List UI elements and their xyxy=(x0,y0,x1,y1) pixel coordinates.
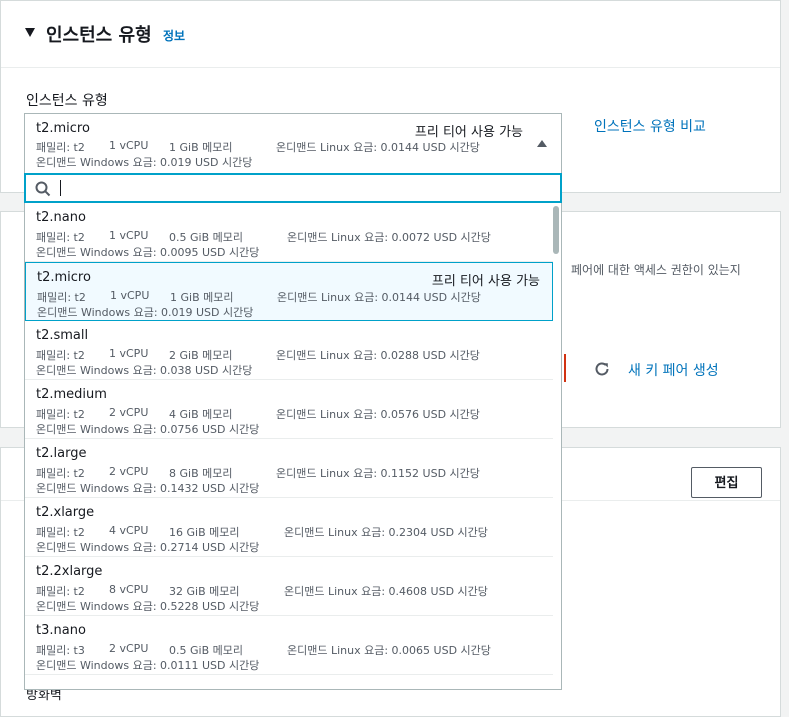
instance-type-header: 인스턴스 유형 정보 xyxy=(1,1,780,68)
free-tier-label: 프리 티어 사용 가능 xyxy=(414,125,523,140)
vcpu-text: 1 vCPU xyxy=(109,347,149,360)
instance-type-select[interactable]: t2.micro 프리 티어 사용 가능 패밀리: t2 1 vCPU 1 Gi… xyxy=(24,113,562,173)
linux-price-text: 온디맨드 Linux 요금: 0.1152 USD 시간당 xyxy=(276,467,480,480)
text-cursor xyxy=(60,180,61,196)
linux-price-text: 온디맨드 Linux 요금: 0.0065 USD 시간당 xyxy=(287,644,491,657)
instance-option-t2-2xlarge[interactable]: t2.2xlarge 패밀리: t2 8 vCPU 32 GiB 메모리 온디맨드 Li… xyxy=(25,557,553,616)
family-text: 패밀리: t2 xyxy=(36,408,85,421)
windows-price-text: 온디맨드 Windows 요금: 0.0111 USD 시간당 xyxy=(36,659,260,672)
compare-instance-types-link[interactable]: 인스턴스 유형 비교 xyxy=(594,116,706,136)
panel-title: 인스턴스 유형 xyxy=(46,25,152,46)
windows-price-text: 온디맨드 Windows 요금: 0.5228 USD 시간당 xyxy=(36,600,260,613)
vcpu-text: 2 vCPU xyxy=(109,406,149,419)
linux-price-text: 온디맨드 Linux 요금: 0.2304 USD 시간당 xyxy=(284,526,488,539)
family-text: 패밀리: t2 xyxy=(36,349,85,362)
linux-price-text: 온디맨드 Linux 요금: 0.4608 USD 시간당 xyxy=(284,585,488,598)
edit-button[interactable]: 편집 xyxy=(691,467,762,498)
option-name: t2.nano xyxy=(36,210,86,225)
memory-text: 1 GiB 메모리 xyxy=(169,141,233,154)
selected-name: t2.micro xyxy=(36,121,90,136)
memory-text: 4 GiB 메모리 xyxy=(169,408,233,421)
memory-text: 0.5 GiB 메모리 xyxy=(169,231,243,244)
vcpu-text: 1 vCPU xyxy=(109,139,149,152)
create-key-pair-link[interactable]: 새 키 페어 생성 xyxy=(628,360,719,380)
free-tier-label: 프리 티어 사용 가능 xyxy=(431,274,540,289)
windows-price-text: 온디맨드 Windows 요금: 0.038 USD 시간당 xyxy=(36,364,253,377)
linux-price-text: 온디맨드 Linux 요금: 0.0144 USD 시간당 xyxy=(276,141,480,154)
memory-text: 8 GiB 메모리 xyxy=(169,467,233,480)
selected-windows-price: 온디맨드 Windows 요금: 0.019 USD 시간당 xyxy=(36,156,253,169)
option-name: t3.nano xyxy=(36,623,86,638)
linux-price-text: 온디맨드 Linux 요금: 0.0144 USD 시간당 xyxy=(277,291,481,304)
option-name: t2.medium xyxy=(36,387,107,402)
option-name: t2.small xyxy=(36,328,89,343)
windows-price-text: 온디맨드 Windows 요금: 0.0756 USD 시간당 xyxy=(36,423,260,436)
vcpu-text: 2 vCPU xyxy=(109,465,149,478)
memory-text: 2 GiB 메모리 xyxy=(169,349,233,362)
key-pair-description: 페어에 대한 액세스 권한이 있는지 xyxy=(571,263,741,277)
windows-price-text: 온디맨드 Windows 요금: 0.0095 USD 시간당 xyxy=(36,246,260,259)
linux-price-text: 온디맨드 Linux 요금: 0.0288 USD 시간당 xyxy=(276,349,480,362)
vcpu-text: 1 vCPU xyxy=(109,229,149,242)
windows-price-text: 온디맨드 Windows 요금: 0.2714 USD 시간당 xyxy=(36,541,260,554)
option-name: t2.large xyxy=(36,446,87,461)
instance-option-t2-micro[interactable]: t2.micro 프리 티어 사용 가능패밀리: t2 1 vCPU 1 GiB 메모… xyxy=(25,262,553,321)
vcpu-text: 1 vCPU xyxy=(110,289,150,302)
instance-option-t2-xlarge[interactable]: t2.xlarge 패밀리: t2 4 vCPU 16 GiB 메모리 온디맨드 Lin… xyxy=(25,498,553,557)
instance-option-t2-small[interactable]: t2.small 패밀리: t2 1 vCPU 2 GiB 메모리 온디맨드 Linux… xyxy=(25,321,553,380)
instance-option-t2-large[interactable]: t2.large 패밀리: t2 2 vCPU 8 GiB 메모리 온디맨드 Linux… xyxy=(25,439,553,498)
vcpu-text: 4 vCPU xyxy=(109,524,149,537)
option-name: t2.xlarge xyxy=(36,505,95,520)
scrollbar-thumb[interactable] xyxy=(553,206,559,254)
windows-price-text: 온디맨드 Windows 요금: 0.1432 USD 시간당 xyxy=(36,482,260,495)
family-text: 패밀리: t2 xyxy=(36,141,85,154)
family-text: 패밀리: t2 xyxy=(36,585,85,598)
memory-text: 0.5 GiB 메모리 xyxy=(169,644,243,657)
windows-price-text: 온디맨드 Windows 요금: 0.019 USD 시간당 xyxy=(37,306,254,319)
linux-price-text: 온디맨드 Linux 요금: 0.0576 USD 시간당 xyxy=(276,408,480,421)
instance-option-t2-medium[interactable]: t2.medium 패밀리: t2 2 vCPU 4 GiB 메모리 온디맨드 Linu… xyxy=(25,380,553,439)
field-label: 인스턴스 유형 xyxy=(26,93,108,109)
info-link[interactable]: 정보 xyxy=(163,27,185,44)
instance-type-search[interactable] xyxy=(24,173,562,203)
collapse-caret-icon[interactable] xyxy=(25,28,35,37)
memory-text: 1 GiB 메모리 xyxy=(170,291,234,304)
option-name: t2.2xlarge xyxy=(36,564,103,579)
family-text: 패밀리: t2 xyxy=(36,526,85,539)
family-text: 패밀리: t2 xyxy=(36,467,85,480)
vcpu-text: 2 vCPU xyxy=(109,642,149,655)
vcpu-text: 8 vCPU xyxy=(109,583,149,596)
family-text: 패밀리: t3 xyxy=(36,644,85,657)
instance-option-t3-nano[interactable]: t3.nano 패밀리: t3 2 vCPU 0.5 GiB 메모리 온디맨드 Linu… xyxy=(25,616,553,675)
instance-option-t2-nano[interactable]: t2.nano 패밀리: t2 1 vCPU 0.5 GiB 메모리 온디맨드 Linu… xyxy=(25,203,553,262)
instance-type-dropdown[interactable]: t3.nano 패밀리: t3 2 vCPU 0.5 GiB 메모리 온디맨드 Linu… xyxy=(24,203,562,690)
family-text: 패밀리: t2 xyxy=(37,291,86,304)
family-text: 패밀리: t2 xyxy=(36,231,85,244)
search-icon xyxy=(35,181,51,197)
option-name: t2.micro xyxy=(37,270,91,285)
key-pair-select-edge[interactable] xyxy=(564,354,566,382)
memory-text: 16 GiB 메모리 xyxy=(169,526,240,539)
refresh-icon[interactable] xyxy=(593,360,611,378)
linux-price-text: 온디맨드 Linux 요금: 0.0072 USD 시간당 xyxy=(287,231,491,244)
caret-up-icon[interactable] xyxy=(537,140,547,147)
memory-text: 32 GiB 메모리 xyxy=(169,585,240,598)
